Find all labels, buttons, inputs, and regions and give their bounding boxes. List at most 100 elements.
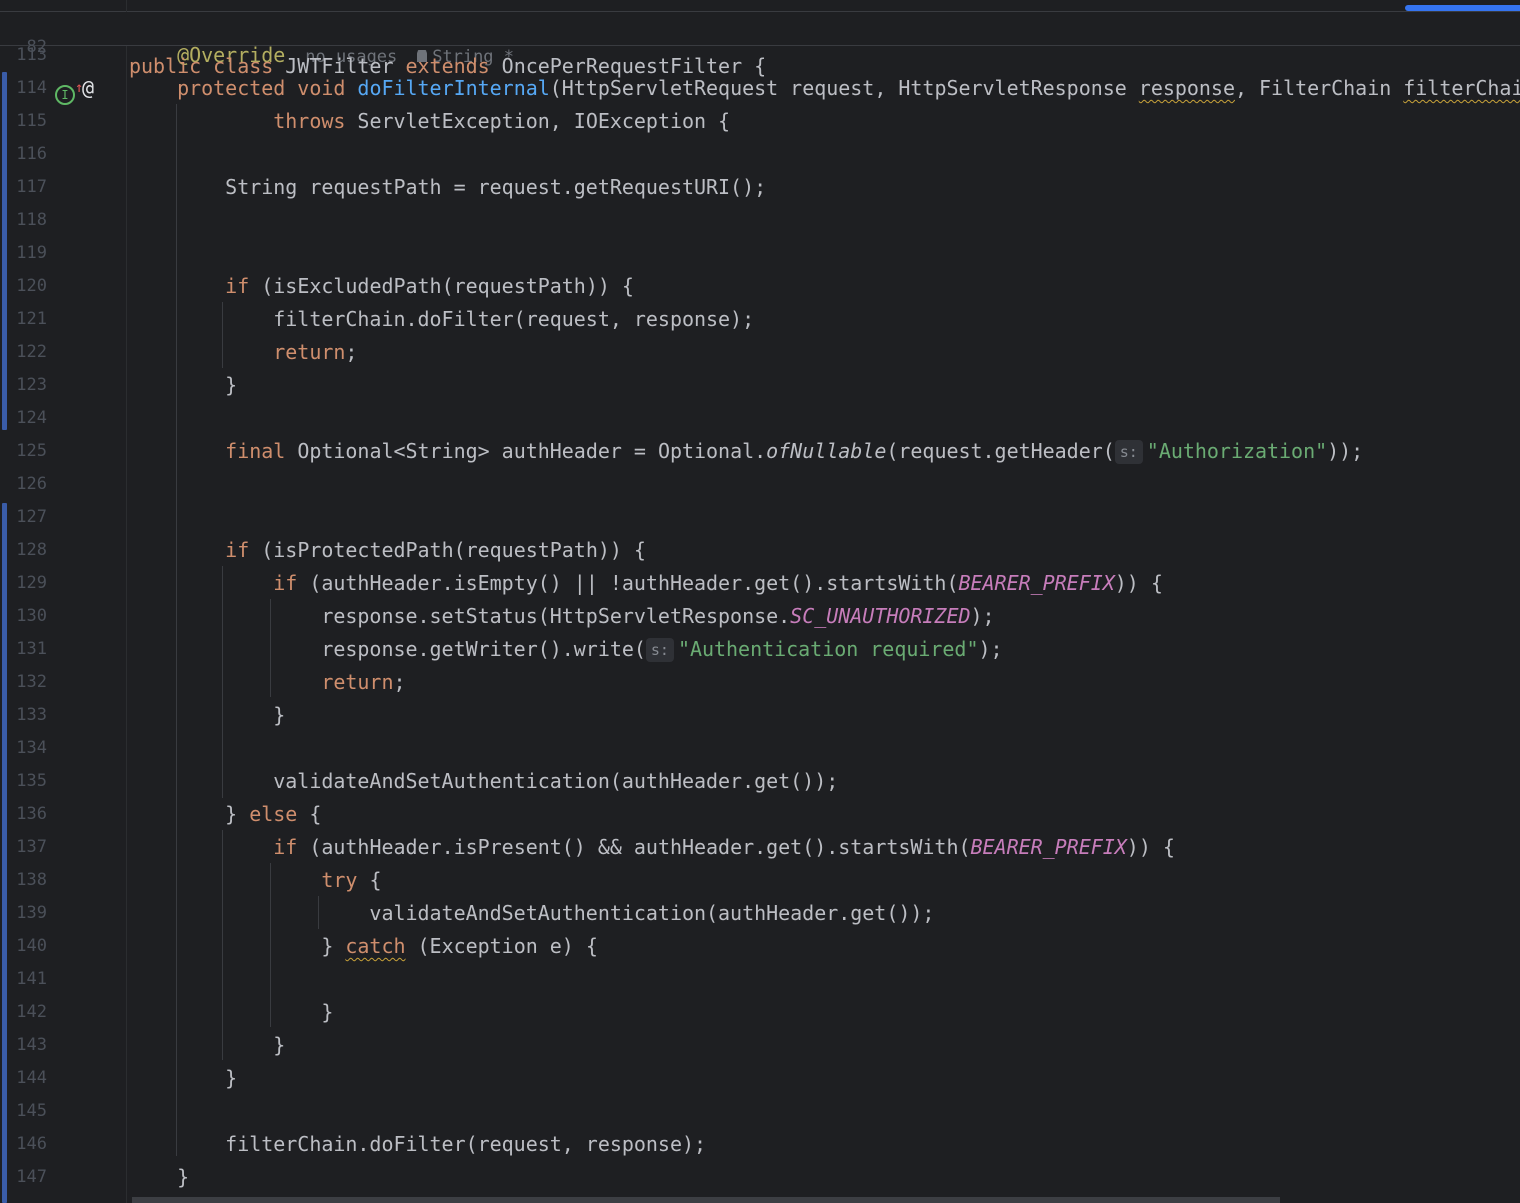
code-token: } xyxy=(129,802,250,826)
code-line[interactable]: 125 final Optional<String> authHeader = … xyxy=(0,435,1520,468)
line-number: 145 xyxy=(16,1101,47,1121)
code-line[interactable]: 147 } xyxy=(0,1161,1520,1194)
code-token: } xyxy=(129,1165,190,1189)
code-token: } xyxy=(129,1000,334,1024)
line-number: 123 xyxy=(16,375,47,395)
code-token: SC_UNAUTHORIZED xyxy=(790,604,971,628)
keyword: if xyxy=(225,274,262,298)
code-line[interactable]: 117 String requestPath = request.getRequ… xyxy=(0,171,1520,204)
code-line[interactable]: 127 xyxy=(0,501,1520,534)
code-text: response.getWriter().write(s: "Authentica… xyxy=(129,633,1003,666)
line-number: 136 xyxy=(16,804,47,824)
sticky-header-line[interactable]: 82 public class JWTFilter extends OncePe… xyxy=(0,12,1520,78)
indent-guide xyxy=(222,566,223,798)
code-text: } xyxy=(129,1062,237,1095)
code-line[interactable]: 134 xyxy=(0,732,1520,765)
code-token: OncePerRequestFilter { xyxy=(501,54,767,78)
line-number: 126 xyxy=(16,474,47,494)
code-line[interactable]: 133 } xyxy=(0,699,1520,732)
line-number: 147 xyxy=(16,1167,47,1187)
code-token: BEARER_PREFIX xyxy=(958,571,1115,595)
parameter-hint: s: xyxy=(1114,440,1143,464)
line-number: 122 xyxy=(16,342,47,362)
line-number: 121 xyxy=(16,309,47,329)
code-token: ); xyxy=(978,637,1003,661)
code-line[interactable]: 130 response.setStatus(HttpServletRespon… xyxy=(0,600,1520,633)
code-line[interactable]: 137 if (authHeader.isPresent() && authHe… xyxy=(0,831,1520,864)
keyword: extends xyxy=(405,54,502,78)
code-text: } xyxy=(129,699,285,732)
code-line[interactable]: 135 validateAndSetAuthentication(authHea… xyxy=(0,765,1520,798)
code-line[interactable]: 142 } xyxy=(0,996,1520,1029)
line-number: 127 xyxy=(16,507,47,527)
code-token: filterChain xyxy=(1403,76,1520,100)
code-line[interactable]: 138 try { xyxy=(0,864,1520,897)
code-line[interactable]: 115 throws ServletException, IOException… xyxy=(0,105,1520,138)
line-number: 82 xyxy=(26,37,47,57)
keyword: catch xyxy=(345,934,406,958)
code-line[interactable]: 124 xyxy=(0,402,1520,435)
code-line[interactable]: 131 response.getWriter().write(s: "Authen… xyxy=(0,633,1520,666)
code-text: } xyxy=(129,996,333,1029)
code-token: filterChain.doFilter(request, response); xyxy=(129,1132,707,1156)
code-line[interactable]: 116 xyxy=(0,138,1520,171)
code-token: (authHeader.isEmpty() || !authHeader.get… xyxy=(309,571,959,595)
line-number: 141 xyxy=(16,969,47,989)
code-line[interactable]: 144 } xyxy=(0,1062,1520,1095)
code-text: final Optional<String> authHeader = Opti… xyxy=(129,435,1363,468)
code-token: ofNullable xyxy=(766,439,887,463)
code-line[interactable]: 141 xyxy=(0,963,1520,996)
code-line[interactable]: 122 return; xyxy=(0,336,1520,369)
code-line[interactable]: 128 if (isProtectedPath(requestPath)) { xyxy=(0,534,1520,567)
code-line[interactable]: 118 xyxy=(0,204,1520,237)
code-token: } xyxy=(129,1033,286,1057)
code-line[interactable]: 120 if (isExcludedPath(requestPath)) { xyxy=(0,270,1520,303)
code-text: } xyxy=(129,1029,285,1062)
code-text: return; xyxy=(129,666,405,699)
code-token: } xyxy=(129,934,346,958)
keyword: if xyxy=(273,835,310,859)
line-number: 135 xyxy=(16,771,47,791)
code-text: } xyxy=(129,369,237,402)
line-number: 130 xyxy=(16,606,47,626)
keyword: final xyxy=(225,439,298,463)
code-line[interactable]: 132 return; xyxy=(0,666,1520,699)
code-line[interactable]: 126 xyxy=(0,468,1520,501)
code-token: response.getWriter().write( xyxy=(129,637,646,661)
code-line[interactable]: 119 xyxy=(0,237,1520,270)
code-token: )) { xyxy=(1114,571,1163,595)
horizontal-scrollbar[interactable] xyxy=(132,1197,1280,1203)
override-annotation-icon[interactable]: @ xyxy=(82,72,94,105)
code-line[interactable]: 140 } catch (Exception e) { xyxy=(0,930,1520,963)
code-line[interactable]: 139 validateAndSetAuthentication(authHea… xyxy=(0,897,1520,930)
line-number: 118 xyxy=(16,210,47,230)
code-line[interactable]: 121 filterChain.doFilter(request, respon… xyxy=(0,303,1520,336)
code-token: ); xyxy=(970,604,995,628)
line-number: 124 xyxy=(16,408,47,428)
code-text: throws ServletException, IOException { xyxy=(129,105,730,138)
indent-guide xyxy=(318,896,319,929)
code-token: validateAndSetAuthentication(authHeader.… xyxy=(129,769,839,793)
code-line[interactable]: 146 filterChain.doFilter(request, respon… xyxy=(0,1128,1520,1161)
line-number: 146 xyxy=(16,1134,47,1154)
line-number: 125 xyxy=(16,441,47,461)
progress-indicator xyxy=(1405,5,1520,11)
code-token: response.setStatus(HttpServletResponse. xyxy=(129,604,791,628)
code-line[interactable]: 143 } xyxy=(0,1029,1520,1062)
keyword: return xyxy=(321,670,394,694)
code-token: } xyxy=(129,1066,238,1090)
code-line[interactable]: 123 } xyxy=(0,369,1520,402)
keyword: if xyxy=(273,571,310,595)
line-number: 138 xyxy=(16,870,47,890)
line-number: 142 xyxy=(16,1002,47,1022)
code-line[interactable]: 145 xyxy=(0,1095,1520,1128)
code-token: , FilterChain xyxy=(1234,76,1404,100)
code-line[interactable]: 136 } else { xyxy=(0,798,1520,831)
code-line[interactable]: 129 if (authHeader.isEmpty() || !authHea… xyxy=(0,567,1520,600)
code-text: if (authHeader.isEmpty() || !authHeader.… xyxy=(129,567,1163,600)
